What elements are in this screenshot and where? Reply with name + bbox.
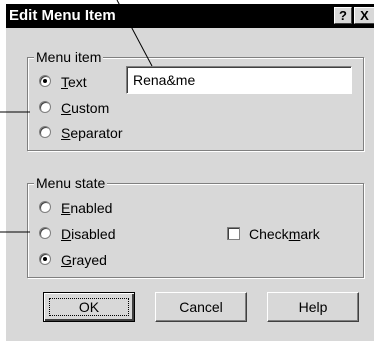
radio-disabled[interactable]: Disabled bbox=[39, 225, 129, 243]
menu-state-legend: Menu state bbox=[34, 175, 108, 191]
radio-custom-label: Custom bbox=[61, 100, 110, 116]
radio-separator-label: Separator bbox=[61, 125, 123, 141]
radio-separator[interactable]: Separator bbox=[39, 124, 139, 142]
checkmark-checkbox[interactable]: Checkmark bbox=[227, 225, 337, 243]
radio-text-dot bbox=[43, 79, 47, 83]
radio-disabled-label: Disabled bbox=[61, 226, 116, 242]
menu-state-group: Menu state Enabled Disabled Grayed Check… bbox=[27, 175, 364, 278]
radio-custom[interactable]: Custom bbox=[39, 99, 129, 117]
cancel-button[interactable]: Cancel bbox=[155, 292, 247, 322]
ok-button-label: OK bbox=[78, 299, 100, 315]
radio-grayed-label: Grayed bbox=[61, 252, 107, 268]
help-button[interactable]: Help bbox=[267, 292, 359, 322]
radio-text-circle[interactable] bbox=[39, 75, 51, 87]
title-bar: Edit Menu Item ? X bbox=[6, 4, 374, 28]
ok-button[interactable]: OK bbox=[43, 292, 135, 322]
menu-item-legend: Menu item bbox=[34, 49, 104, 65]
close-title-button[interactable]: X bbox=[354, 7, 374, 24]
radio-disabled-circle[interactable] bbox=[39, 227, 51, 239]
radio-enabled-label: Enabled bbox=[61, 200, 113, 216]
radio-grayed-dot bbox=[43, 257, 47, 261]
radio-grayed[interactable]: Grayed bbox=[39, 251, 129, 269]
radio-text[interactable]: Text bbox=[39, 73, 129, 91]
help-title-button[interactable]: ? bbox=[334, 7, 352, 24]
radio-grayed-circle[interactable] bbox=[39, 253, 51, 265]
menu-item-text-input[interactable] bbox=[126, 66, 352, 94]
radio-enabled[interactable]: Enabled bbox=[39, 199, 129, 217]
screenshot-stage: Edit Menu Item ? X Menu item Text Custom… bbox=[0, 0, 374, 341]
radio-text-label: Text bbox=[61, 74, 87, 90]
edit-menu-item-dialog: Edit Menu Item ? X Menu item Text Custom… bbox=[6, 4, 374, 341]
radio-custom-circle[interactable] bbox=[39, 101, 51, 113]
checkmark-label: Checkmark bbox=[249, 226, 320, 242]
radio-enabled-circle[interactable] bbox=[39, 201, 51, 213]
dialog-title: Edit Menu Item bbox=[9, 7, 116, 24]
radio-separator-circle[interactable] bbox=[39, 126, 51, 138]
checkmark-box[interactable] bbox=[227, 227, 240, 240]
